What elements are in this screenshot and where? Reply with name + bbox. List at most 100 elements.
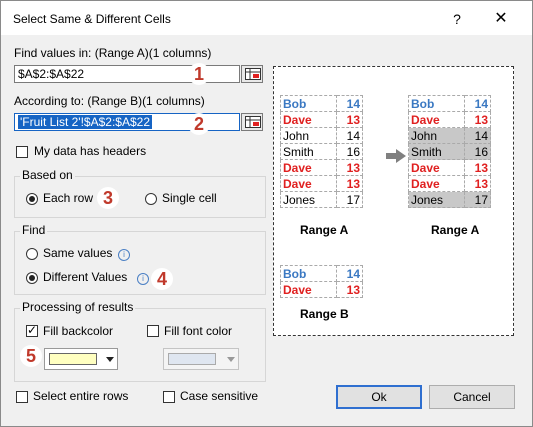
name-cell: Dave [408, 159, 465, 176]
each-row-radio[interactable] [26, 193, 38, 205]
same-values-radio[interactable] [26, 248, 38, 260]
name-cell: Dave [280, 159, 337, 176]
range-b-table: Bob 14 Dave 13 [280, 265, 363, 298]
range-b-caption: Range B [300, 307, 349, 321]
value-cell: 14 [336, 95, 363, 112]
name-cell: John [280, 127, 337, 144]
font-color-swatch [168, 353, 216, 365]
table-row: John 14 [408, 127, 491, 144]
value-cell: 13 [464, 159, 491, 176]
fill-font-color-label: Fill font color [164, 324, 233, 338]
help-button[interactable]: ? [444, 8, 470, 30]
cancel-button[interactable]: Cancel [429, 385, 515, 409]
close-button[interactable]: ✕ [488, 8, 514, 30]
select-entire-rows-label: Select entire rows [33, 389, 129, 403]
table-row: Bob 14 [408, 95, 491, 112]
name-cell: Dave [280, 111, 337, 128]
dialog-title: Select Same & Different Cells [13, 12, 171, 26]
name-cell: Smith [280, 143, 337, 160]
table-row: Dave 13 [280, 281, 363, 298]
name-cell: Bob [408, 95, 465, 112]
range-a-result-table: Bob 14 Dave 13 John 14 Smith 16 Dave 13 Dave 13 Jone… [408, 95, 491, 208]
range-a-caption: Range A [300, 223, 349, 237]
backcolor-picker[interactable] [44, 348, 118, 370]
table-row: Jones 17 [408, 191, 491, 208]
each-row-label: Each row [43, 191, 94, 205]
table-row: Dave 13 [408, 111, 491, 128]
range-select-icon [245, 116, 261, 128]
table-row: Dave 13 [408, 175, 491, 192]
step-2-badge: 2 [188, 113, 210, 135]
range-a-table: Bob 14 Dave 13 John 14 Smith 16 Dave 13 Dave 13 Jone… [280, 95, 363, 208]
value-cell: 13 [464, 175, 491, 192]
according-to-label: According to: (Range B)(1 columns) [14, 94, 205, 108]
table-row: Smith 16 [408, 143, 491, 160]
info-icon[interactable]: i [137, 273, 149, 285]
single-cell-label: Single cell [162, 191, 217, 205]
different-values-label: Different Values [43, 270, 128, 284]
fill-backcolor-checkbox[interactable] [26, 323, 38, 337]
table-row: John 14 [280, 127, 363, 144]
table-row: Dave 13 [280, 111, 363, 128]
find-values-label: Find values in: (Range A)(1 columns) [14, 46, 212, 60]
value-cell: 17 [464, 191, 491, 208]
table-row: Bob 14 [280, 265, 363, 282]
single-cell-radio[interactable] [145, 193, 157, 205]
value-cell: 14 [464, 95, 491, 112]
name-cell: Jones [408, 191, 465, 208]
chevron-down-icon [106, 357, 114, 362]
value-cell: 13 [336, 175, 363, 192]
value-cell: 14 [336, 265, 363, 282]
step-3-badge: 3 [97, 187, 119, 209]
fill-backcolor-label: Fill backcolor [43, 324, 114, 338]
range-a-select-button[interactable] [241, 65, 263, 83]
name-cell: Bob [280, 95, 337, 112]
name-cell: Bob [280, 265, 337, 282]
value-cell: 13 [464, 111, 491, 128]
font-color-picker[interactable] [163, 348, 239, 370]
table-row: Jones 17 [280, 191, 363, 208]
name-cell: John [408, 127, 465, 144]
table-row: Bob 14 [280, 95, 363, 112]
value-cell: 14 [464, 127, 491, 144]
name-cell: Dave [280, 281, 337, 298]
find-group [14, 231, 266, 295]
case-sensitive-checkbox[interactable] [163, 391, 175, 403]
range-b-value: 'Fruit List 2'!$A$2:$A$22 [18, 115, 152, 129]
value-cell: 14 [336, 127, 363, 144]
info-icon[interactable]: i [118, 249, 130, 261]
processing-group [14, 308, 266, 382]
name-cell: Smith [408, 143, 465, 160]
same-values-label: Same values [43, 246, 113, 260]
step-5-badge: 5 [20, 345, 42, 367]
name-cell: Jones [280, 191, 337, 208]
value-cell: 16 [464, 143, 491, 160]
value-cell: 13 [336, 111, 363, 128]
table-row: Dave 13 [408, 159, 491, 176]
processing-title: Processing of results [20, 300, 136, 314]
ok-button[interactable]: Ok [336, 385, 422, 409]
select-entire-rows-checkbox[interactable] [16, 391, 28, 403]
based-on-title: Based on [20, 168, 75, 182]
preview-panel: Bob 14 Dave 13 John 14 Smith 16 Dave 13 Dave 13 Jone… [273, 66, 514, 336]
value-cell: 13 [336, 281, 363, 298]
value-cell: 16 [336, 143, 363, 160]
headers-label: My data has headers [34, 144, 147, 158]
table-row: Dave 13 [280, 159, 363, 176]
backcolor-swatch [49, 353, 97, 365]
fill-font-color-checkbox[interactable] [147, 325, 159, 337]
find-title: Find [20, 223, 48, 237]
case-sensitive-label: Case sensitive [180, 389, 259, 403]
different-values-radio[interactable] [26, 272, 38, 284]
arrow-right-icon [386, 149, 406, 163]
range-a-result-caption: Range A [431, 223, 480, 237]
headers-checkbox[interactable] [16, 146, 28, 158]
name-cell: Dave [408, 111, 465, 128]
name-cell: Dave [408, 175, 465, 192]
table-row: Dave 13 [280, 175, 363, 192]
step-4-badge: 4 [151, 268, 173, 290]
range-b-select-button[interactable] [241, 113, 263, 131]
name-cell: Dave [280, 175, 337, 192]
step-1-badge: 1 [188, 63, 210, 85]
range-select-icon [245, 68, 261, 80]
